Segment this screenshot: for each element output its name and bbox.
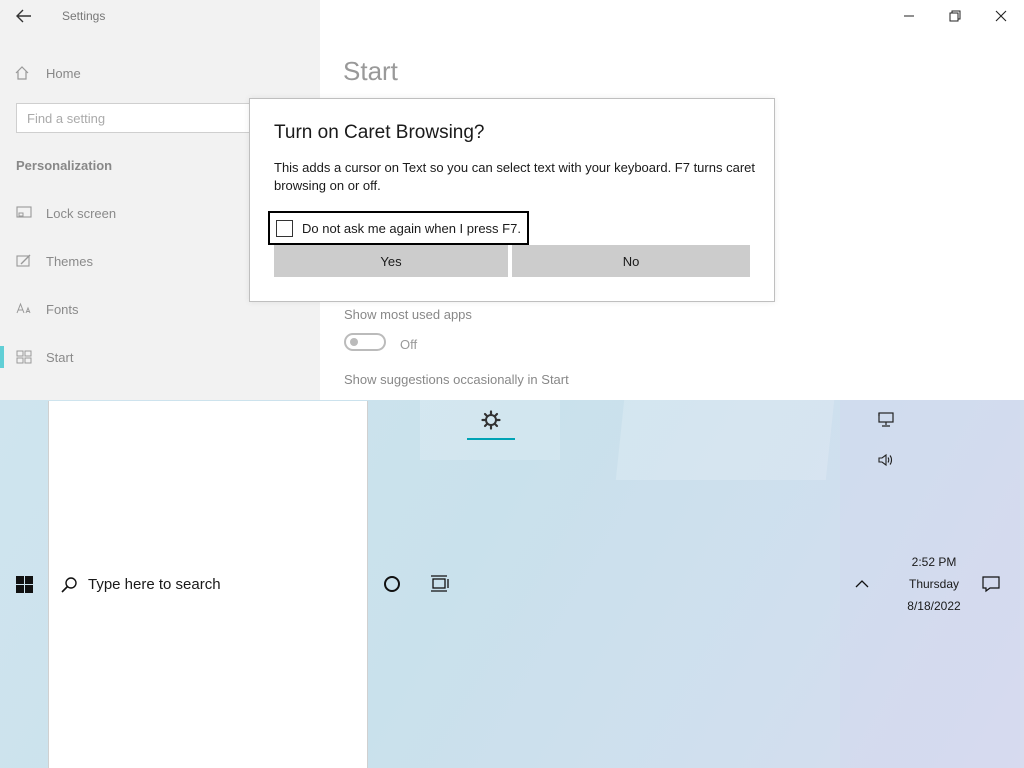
- gear-icon: [481, 410, 501, 430]
- taskbar-search-button[interactable]: [58, 574, 80, 596]
- no-button[interactable]: No: [512, 245, 750, 277]
- back-button[interactable]: [8, 2, 40, 30]
- action-center-button[interactable]: [979, 573, 1003, 595]
- close-button[interactable]: [978, 0, 1024, 32]
- chevron-up-icon: [855, 580, 869, 588]
- sidebar-item-fonts[interactable]: Fonts: [16, 298, 79, 320]
- toggle-knob: [350, 338, 358, 346]
- app-title: Settings: [62, 9, 106, 23]
- windows-logo-icon: [15, 575, 33, 593]
- most-used-apps-toggle[interactable]: [344, 333, 386, 351]
- page-title: Start: [343, 56, 398, 86]
- find-setting-input[interactable]: [17, 104, 277, 132]
- yes-button[interactable]: Yes: [274, 245, 508, 277]
- notification-icon: [982, 576, 1000, 593]
- minimize-icon: [904, 15, 914, 17]
- sidebar-item-label: Themes: [46, 253, 93, 269]
- back-arrow-icon: [16, 9, 31, 23]
- search-icon: [61, 577, 77, 593]
- sidebar-item-label: Lock screen: [46, 205, 117, 221]
- themes-icon: [16, 253, 32, 269]
- settings-taskbar-app[interactable]: [467, 400, 515, 440]
- setting-label-most-used: Show most used apps: [344, 307, 472, 322]
- close-icon: [995, 10, 1007, 22]
- taskbar-search-input[interactable]: Type here to search: [88, 576, 221, 593]
- do-not-ask-checkbox[interactable]: Do not ask me again when I press F7.: [268, 211, 529, 245]
- home-icon: [15, 66, 29, 80]
- caret-browsing-dialog: Turn on Caret Browsing? This adds a curs…: [249, 98, 775, 302]
- sidebar-item-label: Fonts: [46, 301, 79, 317]
- cortana-button[interactable]: [380, 572, 404, 596]
- section-heading: Personalization: [16, 158, 113, 173]
- task-view-button[interactable]: [428, 572, 452, 596]
- task-view-icon: [431, 575, 449, 592]
- dialog-message: This adds a cursor on Text so you can se…: [274, 160, 755, 193]
- checkbox-label: Do not ask me again when I press F7.: [302, 220, 521, 236]
- active-app-underline: [467, 438, 515, 440]
- restore-button[interactable]: [932, 0, 978, 32]
- fonts-icon: [16, 301, 32, 317]
- checkbox-box[interactable]: [276, 219, 293, 237]
- volume-tray-button[interactable]: [874, 450, 898, 470]
- clock-time[interactable]: 2:52 PM: [900, 555, 968, 569]
- restore-icon: [949, 10, 961, 22]
- toggle-state-label: Off: [400, 337, 418, 352]
- clock-day[interactable]: Thursday: [900, 577, 968, 591]
- sidebar-item-themes[interactable]: Themes: [16, 250, 93, 272]
- setting-label-suggestions: Show suggestions occasionally in Start: [344, 372, 569, 387]
- clock-date[interactable]: 8/18/2022: [900, 599, 968, 613]
- active-item-indicator: [0, 346, 4, 368]
- sidebar-item-start[interactable]: Start: [16, 346, 73, 368]
- sidebar-item-label: Home: [46, 65, 81, 81]
- dialog-title: Turn on Caret Browsing?: [274, 122, 485, 143]
- network-tray-button[interactable]: [874, 410, 898, 430]
- sidebar-item-home[interactable]: Home: [14, 62, 81, 84]
- find-setting-box[interactable]: [16, 103, 278, 133]
- cortana-circle-icon: [384, 576, 400, 592]
- sidebar-item-lock-screen[interactable]: Lock screen: [16, 202, 116, 224]
- start-button[interactable]: [8, 570, 40, 598]
- network-icon: [878, 412, 894, 427]
- show-hidden-icons-button[interactable]: [850, 574, 874, 594]
- sidebar-item-label: Start: [46, 349, 74, 365]
- wallpaper-glass-panel: [615, 400, 835, 480]
- start-icon: [16, 349, 32, 365]
- speaker-icon: [878, 453, 893, 467]
- minimize-button[interactable]: [886, 0, 932, 32]
- lock-screen-icon: [16, 205, 32, 221]
